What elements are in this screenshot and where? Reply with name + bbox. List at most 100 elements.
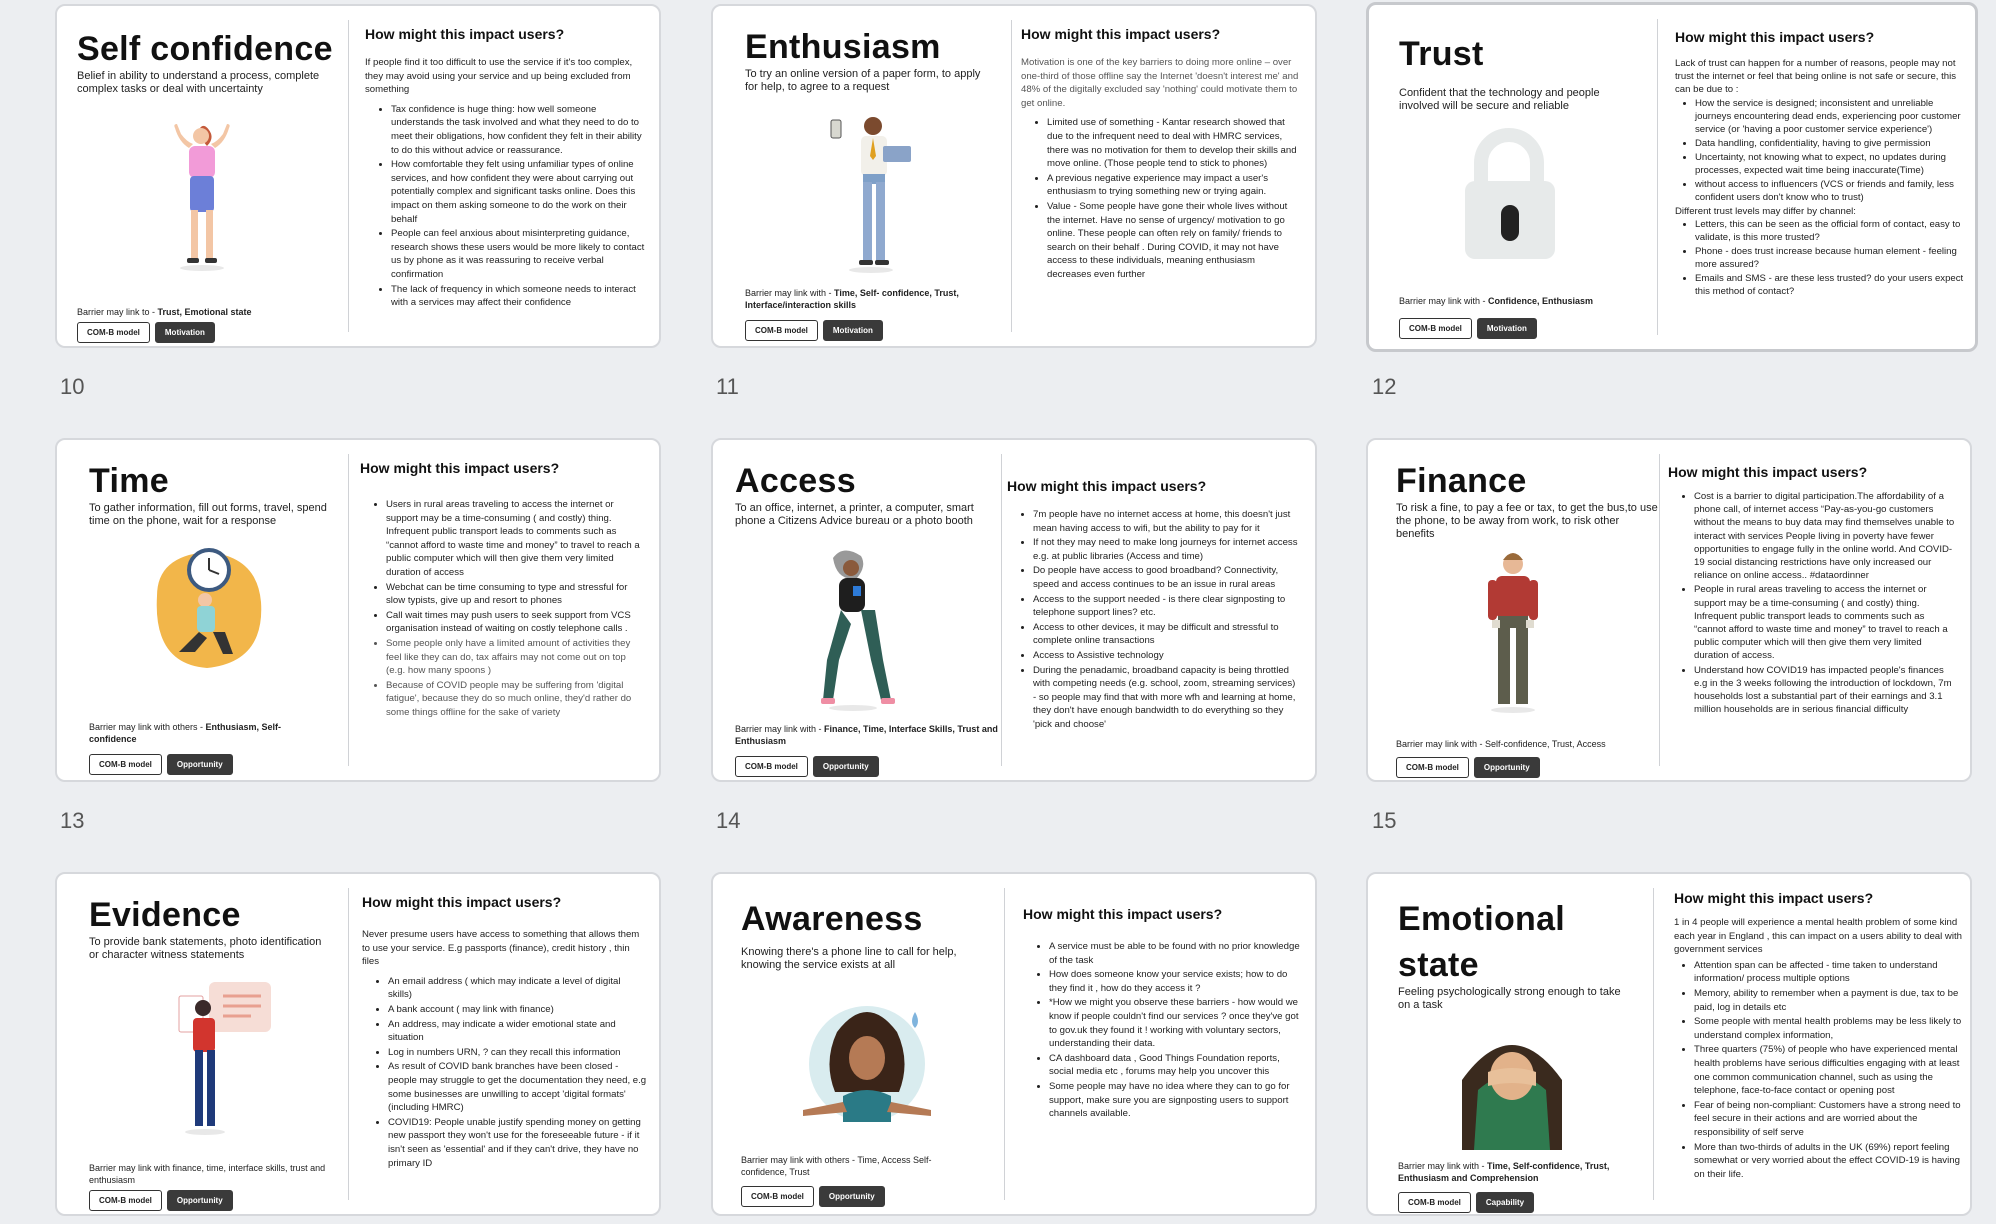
impact-body: Motivation is one of the key barriers to…	[1021, 56, 1301, 283]
list-item: An address, may indicate a wider emotion…	[388, 1018, 647, 1045]
impact-heading: How might this impact users?	[360, 460, 560, 476]
list-item: Emails and SMS - are these less trusted?…	[1695, 272, 1965, 298]
category-tag[interactable]: Capability	[1475, 1192, 1535, 1213]
list-item: Three quarters (75%) of people who have …	[1694, 1043, 1964, 1097]
barrier-links: Barrier may link with others - Time, Acc…	[741, 1155, 932, 1177]
com-b-model-tag[interactable]: COM-B model	[89, 1190, 162, 1211]
slide-evidence[interactable]: Evidence To provide bank statements, pho…	[55, 872, 661, 1216]
slide-number: 12	[1372, 374, 1397, 399]
com-b-model-tag[interactable]: COM-B model	[89, 754, 162, 775]
person-carrying-clock-illustration	[156, 548, 262, 668]
list-item: Log in numbers URN, ? can they recall th…	[388, 1046, 647, 1060]
woman-walking-with-phone-illustration	[821, 550, 895, 711]
list-item: Access to Assistive technology	[1033, 649, 1301, 663]
slide-finance[interactable]: Finance To risk a fine, to pay a fee or …	[1366, 438, 1972, 782]
impact-heading: How might this impact users?	[1668, 464, 1868, 480]
com-b-model-tag[interactable]: COM-B model	[1398, 1192, 1471, 1213]
category-tag[interactable]: Opportunity	[1473, 757, 1540, 778]
slide-title: Awareness	[741, 900, 923, 938]
list-item: How comfortable they felt using unfamili…	[391, 158, 645, 226]
intro-text: If people find it too difficult to use t…	[365, 57, 633, 96]
slide-title: Emotional state	[1398, 900, 1566, 984]
impact-list: Attention span can be affected - time ta…	[1674, 959, 1964, 1182]
slide-trust[interactable]: Trust Confident that the technology and …	[1366, 2, 1978, 352]
list-item: An email address ( which may indicate a …	[388, 975, 647, 1002]
category-tag[interactable]: Opportunity	[812, 756, 879, 777]
slide-title: Time	[89, 462, 169, 500]
com-b-model-tag[interactable]: COM-B model	[745, 320, 818, 341]
impact-body: Users in rural areas traveling to access…	[360, 498, 645, 721]
slide-subtitle: To gather information, fill out forms, t…	[89, 502, 327, 527]
list-item: As result of COVID bank branches have be…	[388, 1060, 647, 1114]
list-item: The lack of frequency in which someone n…	[391, 283, 645, 310]
list-item: Memory, ability to remember when a payme…	[1694, 987, 1964, 1014]
impact-heading: How might this impact users?	[1021, 26, 1221, 42]
slide-awareness[interactable]: Awareness Knowing there's a phone line t…	[711, 872, 1317, 1216]
tag-group: COM-B model Motivation	[745, 320, 883, 341]
slide-number: 14	[716, 808, 741, 833]
slide-number: 10	[60, 374, 85, 399]
slide-subtitle: To try an online version of a paper form…	[745, 68, 981, 93]
impact-list: 7m people have no internet access at hom…	[1007, 508, 1301, 732]
list-item: A service must be able to be found with …	[1049, 940, 1303, 967]
slide-number: 13	[60, 808, 85, 833]
slide-self-confidence[interactable]: Self confidence Belief in ability to und…	[55, 4, 661, 348]
intro-text: 1 in 4 people will experience a mental h…	[1674, 917, 1962, 956]
com-b-model-tag[interactable]: COM-B model	[1399, 318, 1472, 339]
slide-title: Evidence	[89, 896, 241, 934]
list-item: Do people have access to good broadband?…	[1033, 564, 1301, 591]
slide-access[interactable]: Access To an office, internet, a printer…	[711, 438, 1317, 782]
tag-group: COM-B model Opportunity	[89, 1190, 233, 1211]
list-item: People can feel anxious about misinterpr…	[391, 227, 645, 281]
confused-woman-shrugging-illustration	[803, 1006, 931, 1122]
com-b-model-tag[interactable]: COM-B model	[77, 322, 150, 343]
barrier-links: Barrier may link with finance, time, int…	[89, 1163, 326, 1185]
column-divider	[348, 888, 349, 1200]
column-divider	[348, 20, 349, 332]
list-item: Tax confidence is huge thing: how well s…	[391, 103, 645, 157]
slide-subtitle: Belief in ability to understand a proces…	[77, 70, 320, 95]
com-b-model-tag[interactable]: COM-B model	[1396, 757, 1469, 778]
woman-holding-document-illustration	[178, 982, 271, 1135]
impact-list: Users in rural areas traveling to access…	[360, 498, 645, 720]
com-b-model-tag[interactable]: COM-B model	[741, 1186, 814, 1207]
intro-text: Never presume users have access to somet…	[362, 929, 640, 968]
category-tag[interactable]: Motivation	[822, 320, 883, 341]
impact-list: Tax confidence is huge thing: how well s…	[365, 103, 645, 310]
impact-body: A service must be able to be found with …	[1023, 940, 1303, 1122]
list-item: Some people only have a limited amount o…	[386, 637, 645, 678]
com-b-model-tag[interactable]: COM-B model	[735, 756, 808, 777]
list-item: A previous negative experience may impac…	[1047, 172, 1301, 199]
tag-group: COM-B model Motivation	[1399, 318, 1537, 339]
impact-list: How the service is designed; inconsisten…	[1675, 97, 1965, 204]
impact-body: If people find it too difficult to use t…	[365, 56, 645, 311]
column-divider	[1657, 19, 1658, 335]
barrier-links: Barrier may link with others - Enthusias…	[89, 722, 282, 744]
list-item: Value - Some people have gone their whol…	[1047, 200, 1301, 282]
category-tag[interactable]: Opportunity	[166, 1190, 233, 1211]
slide-enthusiasm[interactable]: Enthusiasm To try an online version of a…	[711, 4, 1317, 348]
slide-emotional-state[interactable]: Emotional state Feeling psychologically …	[1366, 872, 1972, 1216]
slide-title: Self confidence	[77, 30, 333, 68]
barrier-links: Barrier may link with - Time, Self- conf…	[745, 288, 959, 310]
barrier-links: Barrier may link with - Finance, Time, I…	[735, 724, 998, 746]
list-item: COVID19: People unable justify spending …	[388, 1116, 647, 1170]
category-tag[interactable]: Motivation	[1476, 318, 1537, 339]
impact-heading: How might this impact users?	[362, 894, 562, 910]
impact-heading: How might this impact users?	[1675, 29, 1875, 45]
impact-body: 1 in 4 people will experience a mental h…	[1674, 916, 1964, 1182]
tag-group: COM-B model Capability	[1398, 1192, 1535, 1213]
channel-list: Letters, this can be seen as the officia…	[1675, 218, 1965, 298]
list-item: CA dashboard data , Good Things Foundati…	[1049, 1052, 1303, 1079]
category-tag[interactable]: Motivation	[154, 322, 215, 343]
category-tag[interactable]: Opportunity	[818, 1186, 885, 1207]
impact-body: Lack of trust can happen for a number of…	[1675, 57, 1965, 299]
slide-subtitle: Feeling psychologically strong enough to…	[1398, 986, 1621, 1011]
list-item: During the penadamic, broadband capacity…	[1033, 664, 1301, 732]
category-tag[interactable]: Opportunity	[166, 754, 233, 775]
slide-time[interactable]: Time To gather information, fill out for…	[55, 438, 661, 782]
tag-group: COM-B model Opportunity	[1396, 757, 1540, 778]
column-divider	[348, 454, 349, 766]
list-item: How does someone know your service exist…	[1049, 968, 1303, 995]
list-item: without access to influencers (VCS or fr…	[1695, 178, 1965, 204]
